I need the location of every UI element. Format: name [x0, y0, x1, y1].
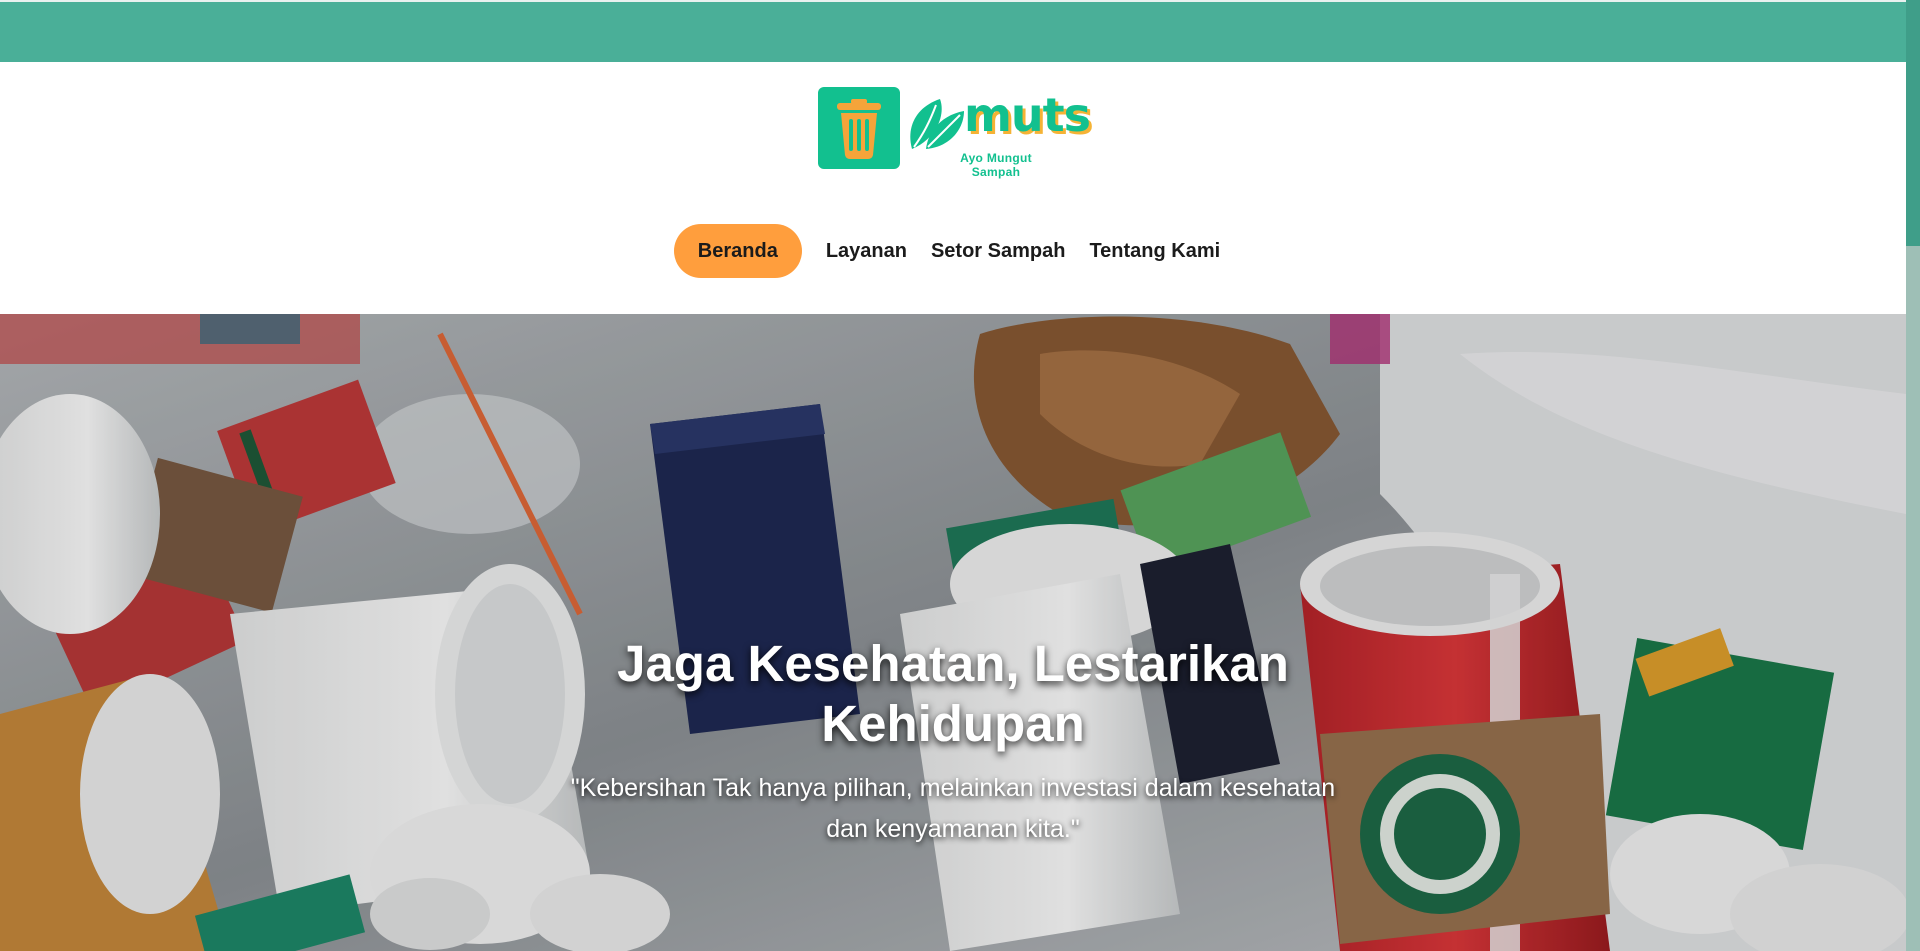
top-bar [0, 2, 1906, 62]
hero-title: Jaga Kesehatan, Lestarikan Kehidupan [553, 634, 1353, 754]
logo[interactable]: muts Ayo Mungut Sampah [818, 85, 1092, 179]
trash-bin-icon [818, 87, 900, 169]
site-header: muts Ayo Mungut Sampah Beranda Layanan S… [0, 62, 1906, 314]
hero-section: Jaga Kesehatan, Lestarikan Kehidupan "Ke… [0, 314, 1906, 951]
scrollbar-thumb[interactable] [1906, 0, 1920, 246]
leaf-icon [910, 99, 964, 149]
main-nav: Beranda Layanan Setor Sampah Tentang Kam… [0, 223, 1906, 278]
nav-item-tentang-kami[interactable]: Tentang Kami [1077, 224, 1232, 278]
logo-tagline: Ayo Mungut Sampah [960, 151, 1032, 179]
hero-quote-line-2: dan kenyamanan kita." [826, 815, 1080, 843]
nav-item-beranda[interactable]: Beranda [673, 223, 802, 278]
logo-wordmark: muts [964, 88, 1091, 142]
hero-title-line-2: Kehidupan [821, 695, 1085, 752]
hero-overlay [0, 314, 1906, 951]
nav-item-setor-sampah[interactable]: Setor Sampah [919, 224, 1077, 278]
hero-quote: "Kebersihan Tak hanya pilihan, melainkan… [503, 768, 1403, 850]
hero-title-line-1: Jaga Kesehatan, Lestarikan [617, 635, 1289, 692]
nav-item-layanan[interactable]: Layanan [814, 224, 919, 278]
page: muts Ayo Mungut Sampah Beranda Layanan S… [0, 0, 1920, 951]
hero-quote-line-1: "Kebersihan Tak hanya pilihan, melainkan… [570, 774, 1336, 802]
